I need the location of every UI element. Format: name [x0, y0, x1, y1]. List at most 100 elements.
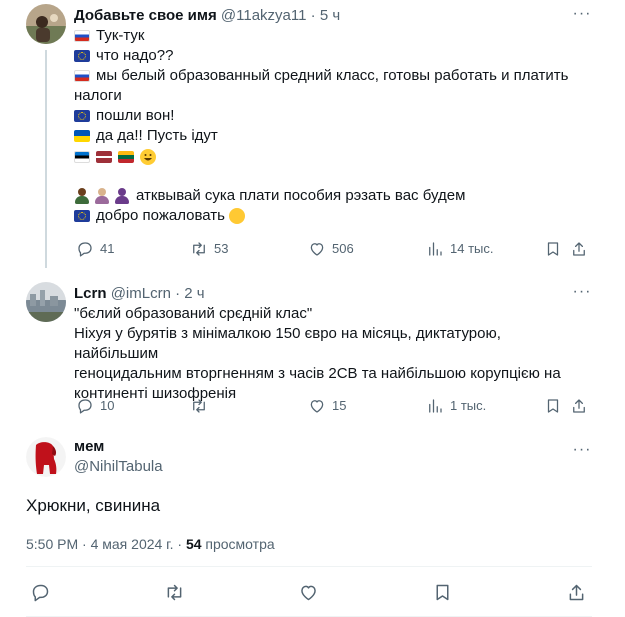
- display-name[interactable]: Lcrn: [74, 285, 107, 302]
- reply-count: 41: [100, 241, 115, 256]
- tweet-time[interactable]: 5:50 PM: [26, 536, 78, 552]
- share-icon: [573, 242, 585, 256]
- tweet-text: Хрюкни, свинина: [26, 496, 161, 515]
- more-icon[interactable]: ···: [572, 284, 592, 306]
- like-icon: [310, 400, 324, 413]
- views-button[interactable]: 14 тыс.: [426, 239, 493, 259]
- thread-connector-line: [45, 50, 47, 268]
- text-line: мы белый образованный средний класс, гот…: [74, 66, 574, 86]
- more-icon[interactable]: ···: [572, 6, 592, 28]
- user-handle[interactable]: @11akzya11: [221, 7, 307, 24]
- display-name[interactable]: Добавьте свое имя: [74, 7, 217, 24]
- share-icon: [569, 584, 584, 600]
- separator-dot: ·: [310, 7, 316, 24]
- text-line: да да!! Пусть ідут: [74, 126, 574, 146]
- action-bar: 10 15 1 тыс.: [74, 396, 585, 416]
- retweet-button[interactable]: 53: [190, 239, 228, 259]
- views-icon: [429, 242, 442, 256]
- separator-dot: ·: [82, 536, 87, 552]
- person-hijab-icon: [114, 188, 130, 204]
- latvia-flag-icon: [96, 151, 112, 163]
- like-button[interactable]: 15: [308, 396, 346, 416]
- text-line: что надо??: [74, 46, 574, 66]
- like-icon: [310, 243, 324, 256]
- views-count: 1 тыс.: [450, 398, 487, 413]
- bookmark-button[interactable]: [432, 582, 453, 602]
- lithuania-flag-icon: [118, 151, 134, 163]
- timestamp[interactable]: 5 ч: [320, 7, 340, 24]
- retweet-button[interactable]: [164, 582, 185, 602]
- text-line: "бєлий образований срєдній клас": [74, 305, 313, 322]
- like-count: 15: [332, 398, 347, 413]
- more-icon[interactable]: ···: [572, 442, 592, 464]
- eu-flag-icon: [74, 210, 90, 222]
- share-button[interactable]: [566, 582, 587, 602]
- reply-icon: [78, 399, 92, 414]
- reply-icon: [78, 242, 92, 257]
- flags-line: [74, 146, 574, 168]
- text-line: пошли вон!: [74, 106, 574, 126]
- russia-flag-icon: [74, 70, 90, 82]
- reply-button[interactable]: 10: [76, 396, 114, 416]
- avatar[interactable]: [26, 437, 66, 477]
- action-bar: 41 53 506 14 тыс.: [74, 239, 585, 259]
- line-text: да да!! Пусть ідут: [96, 127, 218, 144]
- share-button[interactable]: [570, 239, 594, 259]
- ukraine-flag-icon: [74, 130, 90, 142]
- text-line: геноцидальним вторгненням з часів 2СВ та…: [74, 365, 561, 382]
- eu-flag-icon: [74, 110, 90, 122]
- main-action-bar: [26, 582, 592, 604]
- separator-dot: ·: [177, 536, 183, 552]
- text-line: Тук-тук: [74, 26, 574, 46]
- text-line: налоги: [74, 86, 574, 106]
- reply-button[interactable]: 41: [76, 239, 114, 259]
- like-button[interactable]: [298, 582, 319, 602]
- views-label: просмотра: [205, 536, 275, 552]
- retweet-button[interactable]: [190, 396, 214, 416]
- share-icon: [573, 399, 585, 413]
- bookmark-button[interactable]: [544, 396, 568, 416]
- like-button[interactable]: 506: [308, 239, 354, 259]
- user-handle[interactable]: @imLcrn: [111, 285, 171, 302]
- avatar[interactable]: [26, 282, 66, 322]
- eu-flag-icon: [74, 50, 90, 62]
- bookmark-icon: [547, 242, 559, 256]
- share-button[interactable]: [570, 396, 594, 416]
- tweet-meta: 5:50 PM · 4 мая 2024 г. · 54 просмотра: [26, 534, 275, 554]
- views-button[interactable]: 1 тыс.: [426, 396, 486, 416]
- reply-count: 10: [100, 398, 115, 413]
- retweet-count: 53: [214, 241, 229, 256]
- separator-dot: ·: [175, 285, 181, 302]
- line-text: мы белый образованный средний класс, гот…: [96, 67, 569, 84]
- estonia-flag-icon: [74, 151, 90, 163]
- like-icon: [301, 585, 316, 600]
- divider: [26, 566, 592, 567]
- line-text: атквывай сука плати пособия рэзать вас б…: [136, 187, 466, 204]
- reply-button[interactable]: [30, 582, 51, 602]
- retweet-icon: [193, 242, 205, 256]
- timestamp[interactable]: 2 ч: [184, 285, 204, 302]
- line-text: пошли вон!: [96, 107, 175, 124]
- tweet-date[interactable]: 4 мая 2024 г.: [91, 536, 174, 552]
- bookmark-icon: [547, 399, 559, 413]
- text-line: добро пожаловать: [74, 206, 574, 226]
- line-text: налоги: [74, 87, 122, 104]
- views-icon: [429, 399, 442, 413]
- views-count: 14 тыс.: [450, 241, 494, 256]
- avatar[interactable]: [26, 4, 66, 44]
- bookmark-button[interactable]: [544, 239, 568, 259]
- views-count: 54: [185, 536, 202, 552]
- like-count: 506: [332, 241, 354, 256]
- tweet-text: Тук-тук что надо?? мы белый образованный…: [74, 26, 574, 226]
- line-text: Тук-тук: [96, 27, 145, 44]
- text-line: атквывай сука плати пособия рэзать вас б…: [74, 186, 574, 206]
- person-dark-icon: [74, 188, 90, 204]
- text-line: Ніхуя у бурятів з мінімалкою 150 євро на…: [74, 325, 501, 362]
- grinning-face-icon: [140, 149, 156, 165]
- reply-icon: [32, 584, 49, 601]
- tweet-header: Добавьте свое имя @11akzya11 · 5 ч: [74, 6, 340, 26]
- tweet-header: Lcrn @imLcrn · 2 ч: [74, 284, 205, 304]
- display-name[interactable]: мем: [74, 437, 163, 457]
- user-handle[interactable]: @NihilTabula: [74, 457, 163, 477]
- person-light-icon: [94, 188, 110, 204]
